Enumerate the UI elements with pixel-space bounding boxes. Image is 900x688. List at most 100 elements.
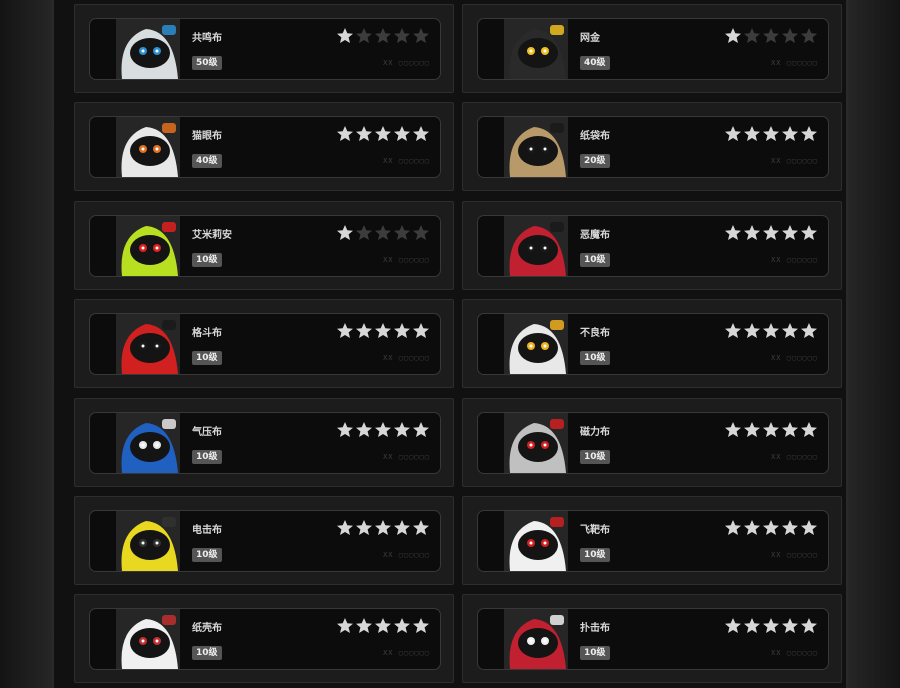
- character-name: 网金: [580, 33, 600, 44]
- character-name: 扑击布: [580, 623, 610, 635]
- star-filled-icon: [393, 617, 411, 635]
- character-name: 电击布: [192, 525, 222, 536]
- star-filled-icon: [724, 322, 742, 340]
- star-empty-icon: [374, 224, 392, 242]
- star-empty-icon: [355, 27, 373, 45]
- star-filled-icon: [412, 421, 430, 439]
- character-card[interactable]: 电击布 10级 XX ▢▢▢▢▢▢: [74, 496, 454, 585]
- level-badge: 10级: [580, 646, 610, 661]
- character-card[interactable]: 磁力布 10级 XX ▢▢▢▢▢▢: [462, 397, 842, 487]
- star-filled-icon: [781, 125, 799, 143]
- character-card[interactable]: 网金 40级 XX ▢▢▢▢▢▢: [462, 4, 842, 93]
- star-filled-icon: [781, 519, 799, 537]
- character-card[interactable]: 不良布 10级 XX ▢▢▢▢▢▢: [462, 299, 842, 389]
- star-rating: [724, 125, 818, 143]
- card-inner: 纸袋布 20级 XX ▢▢▢▢▢▢: [477, 116, 829, 179]
- character-card[interactable]: 格斗布 10级 XX ▢▢▢▢▢▢: [74, 299, 454, 389]
- character-card[interactable]: 气压布 10级 XX ▢▢▢▢▢▢: [74, 397, 454, 487]
- character-avatar: [504, 215, 568, 276]
- left-backdrop: [0, 0, 52, 688]
- right-backdrop: [848, 0, 900, 688]
- card-code: XX ▢▢▢▢▢▢: [383, 255, 430, 264]
- level-badge: 40级: [192, 154, 222, 169]
- level-badge: 20级: [580, 154, 610, 169]
- character-avatar: [504, 117, 568, 178]
- card-inner: 艾米莉安 10级 XX ▢▢▢▢▢▢: [89, 214, 441, 277]
- star-rating: [724, 322, 818, 340]
- character-avatar: [504, 609, 568, 670]
- star-rating: [336, 421, 430, 439]
- star-filled-icon: [781, 617, 799, 635]
- star-filled-icon: [374, 617, 392, 635]
- star-rating: [724, 519, 818, 537]
- card-code: XX ▢▢▢▢▢▢: [771, 551, 818, 559]
- character-name: 共鸣布: [192, 33, 222, 44]
- character-card[interactable]: 猫眼布 40级 XX ▢▢▢▢▢▢: [74, 102, 454, 192]
- star-filled-icon: [781, 224, 799, 242]
- card-code: XX ▢▢▢▢▢▢: [383, 551, 430, 559]
- character-name: 飞靶布: [580, 525, 610, 536]
- card-inner: 猫眼布 40级 XX ▢▢▢▢▢▢: [89, 116, 441, 179]
- star-filled-icon: [355, 125, 373, 143]
- card-code: XX ▢▢▢▢▢▢: [771, 59, 818, 67]
- star-filled-icon: [355, 421, 373, 439]
- character-card[interactable]: 共鸣布 50级 XX ▢▢▢▢▢▢: [74, 4, 454, 93]
- star-filled-icon: [393, 519, 411, 537]
- level-badge: 40级: [580, 56, 610, 70]
- star-rating: [724, 27, 818, 45]
- star-filled-icon: [781, 421, 799, 439]
- character-card[interactable]: 飞靶布 10级 XX ▢▢▢▢▢▢: [462, 496, 842, 585]
- character-avatar: [116, 215, 180, 276]
- character-avatar: [504, 19, 568, 79]
- card-inner: 扑击布 10级 XX ▢▢▢▢▢▢: [477, 608, 829, 671]
- character-name: 气压布: [192, 426, 222, 438]
- character-avatar: [116, 117, 180, 178]
- card-inner: 不良布 10级 XX ▢▢▢▢▢▢: [477, 313, 829, 376]
- star-filled-icon: [800, 125, 818, 143]
- level-badge: 10级: [192, 252, 222, 267]
- star-filled-icon: [762, 224, 780, 242]
- star-filled-icon: [336, 125, 354, 143]
- character-avatar: [504, 412, 568, 473]
- star-empty-icon: [355, 224, 373, 242]
- star-rating: [336, 519, 430, 537]
- star-filled-icon: [743, 322, 761, 340]
- character-card[interactable]: 艾米莉安 10级 XX ▢▢▢▢▢▢: [74, 200, 454, 290]
- star-filled-icon: [393, 322, 411, 340]
- character-card[interactable]: 纸壳布 10级 XX ▢▢▢▢▢▢: [74, 594, 454, 684]
- star-empty-icon: [393, 27, 411, 45]
- star-filled-icon: [336, 519, 354, 537]
- star-filled-icon: [743, 617, 761, 635]
- star-filled-icon: [336, 617, 354, 635]
- star-empty-icon: [393, 224, 411, 242]
- star-filled-icon: [412, 617, 430, 635]
- star-filled-icon: [355, 322, 373, 340]
- star-rating: [336, 125, 430, 143]
- card-code: XX ▢▢▢▢▢▢: [383, 354, 430, 363]
- character-card[interactable]: 恶魔布 10级 XX ▢▢▢▢▢▢: [462, 200, 842, 290]
- card-code: XX ▢▢▢▢▢▢: [771, 649, 818, 658]
- card-inner: 共鸣布 50级 XX ▢▢▢▢▢▢: [89, 18, 441, 80]
- level-badge: 10级: [580, 548, 610, 562]
- star-filled-icon: [336, 224, 354, 242]
- level-badge: 10级: [580, 351, 610, 366]
- card-code: XX ▢▢▢▢▢▢: [383, 59, 430, 67]
- star-filled-icon: [743, 421, 761, 439]
- star-rating: [336, 224, 430, 242]
- star-filled-icon: [800, 617, 818, 635]
- star-rating: [336, 322, 430, 340]
- star-filled-icon: [336, 27, 354, 45]
- star-filled-icon: [743, 125, 761, 143]
- star-filled-icon: [762, 322, 780, 340]
- level-badge: 50级: [192, 56, 222, 70]
- character-card[interactable]: 扑击布 10级 XX ▢▢▢▢▢▢: [462, 594, 842, 684]
- card-inner: 电击布 10级 XX ▢▢▢▢▢▢: [89, 510, 441, 572]
- level-badge: 10级: [580, 449, 610, 464]
- star-rating: [724, 224, 818, 242]
- card-inner: 网金 40级 XX ▢▢▢▢▢▢: [477, 18, 829, 80]
- character-avatar: [504, 314, 568, 375]
- star-filled-icon: [412, 519, 430, 537]
- star-filled-icon: [393, 125, 411, 143]
- character-card[interactable]: 纸袋布 20级 XX ▢▢▢▢▢▢: [462, 102, 842, 192]
- character-avatar: [116, 511, 180, 571]
